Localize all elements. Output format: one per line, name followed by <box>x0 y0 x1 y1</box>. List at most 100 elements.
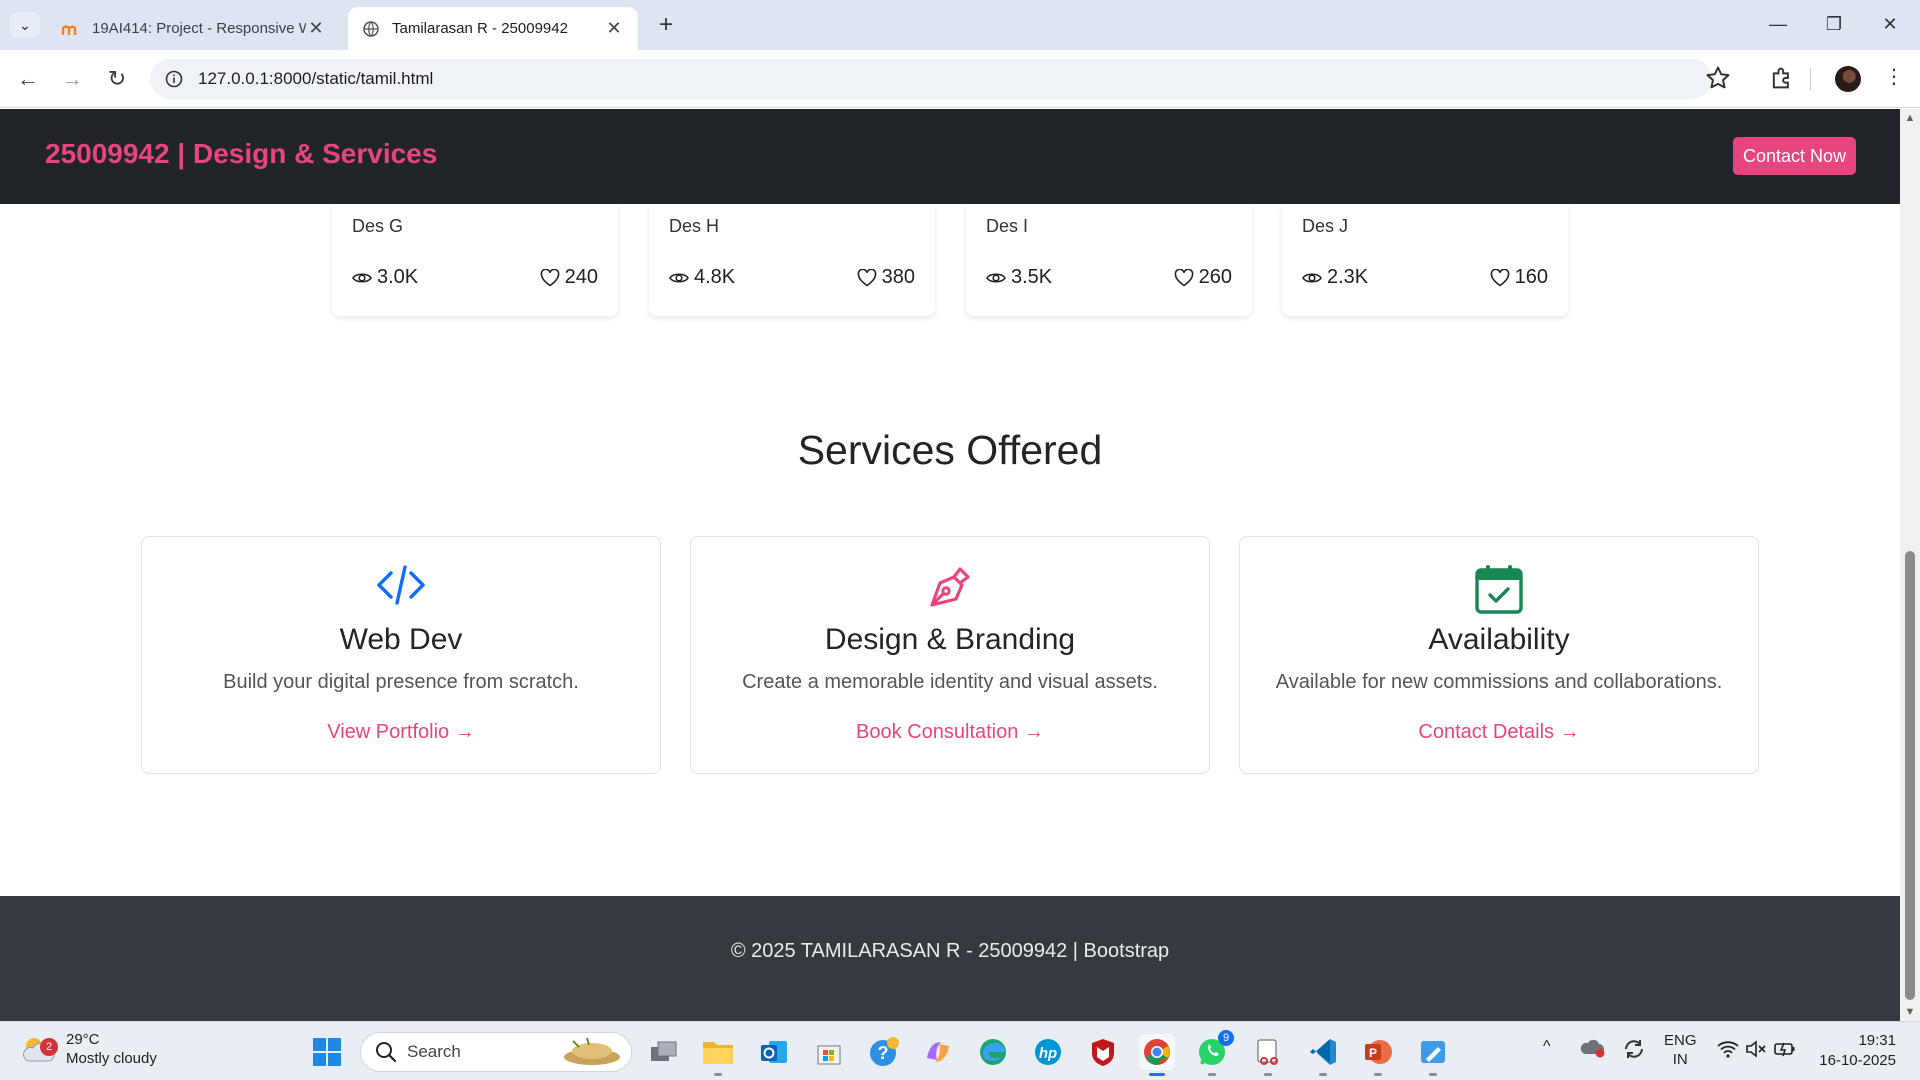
likes-count[interactable]: 260 <box>1174 266 1232 289</box>
service-title: Design & Branding <box>824 623 1076 656</box>
microsoft-store-icon[interactable] <box>811 1034 847 1070</box>
heart-icon <box>857 268 876 286</box>
more-menu-icon[interactable]: ⋮ <box>1884 64 1904 89</box>
tab-project[interactable]: 19AI414: Project - Responsive W ✕ <box>48 7 340 50</box>
views-count: 3.0K <box>352 266 418 289</box>
copilot-icon[interactable] <box>920 1034 956 1070</box>
svg-text:P: P <box>1369 1046 1377 1060</box>
wifi-icon[interactable] <box>1717 1040 1739 1062</box>
restore-button[interactable]: ❐ <box>1814 10 1854 38</box>
tab-title: 19AI414: Project - Responsive W <box>92 20 306 37</box>
profile-avatar[interactable] <box>1835 66 1861 92</box>
site-navbar: 25009942 | Design & Services Contact Now <box>0 109 1900 204</box>
edge-icon[interactable] <box>975 1034 1011 1070</box>
onedrive-error-icon[interactable] <box>1580 1038 1606 1062</box>
search-label: Search <box>407 1042 461 1061</box>
services-heading: Services Offered <box>797 427 1103 473</box>
minimize-button[interactable]: — <box>1758 10 1798 38</box>
calendar-check-icon <box>1240 563 1758 615</box>
windows-start-icon[interactable] <box>313 1038 341 1066</box>
likes-value: 240 <box>564 266 598 288</box>
paint-icon[interactable] <box>1415 1034 1451 1076</box>
service-card-web-dev: Web Dev Build your digital presence from… <box>141 536 661 774</box>
site-info-icon[interactable] <box>162 67 186 91</box>
whatsapp-badge: 9 <box>1218 1030 1234 1046</box>
extensions-icon[interactable] <box>1768 64 1796 97</box>
contact-details-link[interactable]: Contact Details → <box>1240 721 1758 744</box>
vscode-icon[interactable] <box>1305 1034 1341 1076</box>
sync-icon[interactable] <box>1622 1038 1646 1064</box>
eye-icon <box>1302 272 1322 283</box>
service-description: Build your digital presence from scratch… <box>223 671 579 693</box>
eye-icon <box>986 272 1006 283</box>
views-value: 3.0K <box>377 266 419 288</box>
views-count: 3.5K <box>986 266 1052 289</box>
tab-title: Tamilarasan R - 25009942 <box>392 20 568 37</box>
show-hidden-icons[interactable]: ^ <box>1543 1038 1551 1056</box>
design-card[interactable]: Des G 3.0K 240 <box>332 204 618 316</box>
likes-value: 380 <box>881 266 915 288</box>
task-view-icon[interactable] <box>646 1034 682 1070</box>
contact-now-button[interactable]: Contact Now <box>1733 137 1856 175</box>
reload-button[interactable]: ↻ <box>103 65 131 93</box>
tab-tamilarasan[interactable]: Tamilarasan R - 25009942 ✕ <box>348 7 638 50</box>
site-footer: © 2025 TAMILARASAN R - 25009942 | Bootst… <box>0 896 1900 1021</box>
forward-button[interactable]: → <box>58 65 86 93</box>
address-bar[interactable]: 127.0.0.1:8000/static/tamil.html <box>150 59 1712 99</box>
close-window-button[interactable]: ✕ <box>1870 10 1910 38</box>
mcafee-icon[interactable] <box>1085 1034 1121 1070</box>
design-card[interactable]: Des J 2.3K 160 <box>1282 204 1568 316</box>
snipping-tool-icon[interactable] <box>1250 1034 1286 1076</box>
close-tab-icon[interactable]: ✕ <box>306 18 326 39</box>
view-portfolio-link[interactable]: View Portfolio → <box>142 721 660 744</box>
temperature: 29°C <box>66 1031 100 1048</box>
moodle-favicon-icon <box>62 20 80 38</box>
url-text: 127.0.0.1:8000/static/tamil.html <box>198 69 434 88</box>
hp-icon[interactable]: hp <box>1030 1034 1066 1070</box>
outlook-icon[interactable] <box>756 1034 792 1070</box>
get-help-icon[interactable]: ? <box>866 1034 902 1070</box>
cloud-sun-icon: 2 <box>20 1034 58 1064</box>
heart-icon <box>540 268 559 286</box>
design-card-name: Des G <box>352 216 404 236</box>
likes-count[interactable]: 240 <box>540 266 598 289</box>
scrollbar-thumb[interactable] <box>1905 551 1915 1000</box>
bookmark-star-icon[interactable] <box>1704 64 1732 97</box>
scroll-down-arrow-icon[interactable]: ▼ <box>1904 1006 1916 1018</box>
search-icon <box>376 1042 397 1063</box>
pen-nib-icon <box>691 563 1209 611</box>
likes-count[interactable]: 380 <box>857 266 915 289</box>
browser-toolbar: ← → ↻ 127.0.0.1:8000/static/tamil.html ⋮ <box>0 50 1920 108</box>
svg-text:hp: hp <box>1039 1045 1057 1062</box>
svg-text:?: ? <box>878 1043 889 1063</box>
close-tab-icon[interactable]: ✕ <box>604 18 624 39</box>
tab-search-button[interactable]: ⌄ <box>10 12 40 38</box>
design-card[interactable]: Des H 4.8K 380 <box>649 204 935 316</box>
views-count: 2.3K <box>1302 266 1368 289</box>
likes-count[interactable]: 160 <box>1490 266 1548 289</box>
whatsapp-icon[interactable]: 9 <box>1194 1030 1234 1076</box>
design-card-name: Des H <box>669 216 720 236</box>
design-card[interactable]: Des I 3.5K 260 <box>966 204 1252 316</box>
scroll-up-arrow-icon[interactable]: ▲ <box>1904 112 1916 124</box>
battery-icon[interactable] <box>1773 1039 1797 1063</box>
service-description: Available for new commissions and collab… <box>1275 671 1723 693</box>
site-brand[interactable]: 25009942 | Design & Services <box>45 138 437 170</box>
likes-value: 260 <box>1198 266 1232 288</box>
book-consultation-link[interactable]: Book Consultation → <box>691 721 1209 744</box>
language-indicator[interactable]: ENG IN <box>1664 1031 1697 1069</box>
weather-widget[interactable]: 2 29°C Mostly cloudy <box>20 1030 157 1068</box>
chrome-icon[interactable] <box>1139 1034 1175 1076</box>
system-clock[interactable]: 19:31 16-10-2025 <box>1818 1031 1896 1071</box>
back-button[interactable]: ← <box>14 65 42 93</box>
volume-muted-icon[interactable] <box>1745 1040 1767 1062</box>
clock-time: 19:31 <box>1858 1032 1896 1049</box>
file-explorer-icon[interactable] <box>700 1034 736 1076</box>
taskbar-search[interactable]: Search <box>360 1032 632 1072</box>
views-value: 3.5K <box>1011 266 1053 288</box>
heart-icon <box>1174 268 1193 286</box>
new-tab-button[interactable]: + <box>652 12 680 40</box>
service-card-availability: Availability Available for new commissio… <box>1239 536 1759 774</box>
powerpoint-icon[interactable]: P <box>1360 1034 1396 1076</box>
browser-tab-bar: ⌄ 19AI414: Project - Responsive W ✕ Tami… <box>0 0 1920 50</box>
